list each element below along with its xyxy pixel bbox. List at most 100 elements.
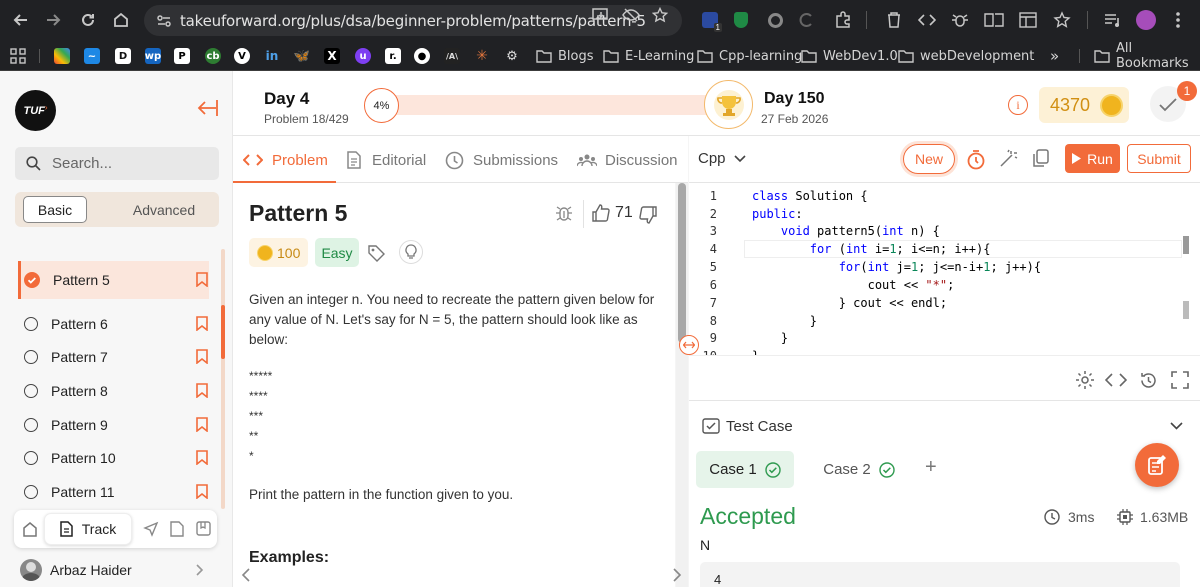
bookmark-d-icon[interactable]: D: [115, 47, 131, 65]
bookmark-folder-cpp[interactable]: Cpp-learning: [697, 47, 802, 65]
tab-problem-label[interactable]: Problem: [243, 150, 328, 170]
language-select[interactable]: Cpp: [698, 150, 746, 167]
extension-c-icon[interactable]: [797, 10, 817, 30]
copy-icon[interactable]: [1032, 149, 1049, 168]
menu-kebab-icon[interactable]: [1168, 10, 1188, 30]
notebook-icon[interactable]: [196, 521, 211, 536]
bookmarks-overflow[interactable]: »: [1050, 47, 1059, 65]
bookmark-icon[interactable]: [196, 484, 208, 499]
bookmark-icon[interactable]: [196, 272, 208, 287]
bookmark-openai-icon[interactable]: ⚙: [504, 47, 520, 65]
coins-badge[interactable]: 4370: [1039, 87, 1129, 123]
search-box[interactable]: Search...: [15, 147, 219, 180]
info-icon[interactable]: i: [1008, 95, 1028, 115]
tab-discussion[interactable]: Discussion: [577, 150, 678, 170]
sidebar-item-pattern-5[interactable]: Pattern 5: [20, 263, 210, 297]
bookmark-folder-blogs[interactable]: Blogs: [536, 47, 594, 65]
trash-icon[interactable]: [884, 10, 904, 30]
bookmark-p-icon[interactable]: P: [174, 47, 190, 65]
thumbs-up-icon[interactable]: [591, 203, 611, 223]
bookmark-claude-icon[interactable]: ✳: [474, 47, 490, 65]
report-bug-icon[interactable]: [555, 203, 573, 223]
resize-handle-icon[interactable]: [679, 335, 699, 355]
bookmark-ai-icon[interactable]: /A\: [444, 47, 460, 65]
tag-icon[interactable]: [368, 245, 385, 262]
magic-wand-icon[interactable]: [999, 149, 1018, 168]
send-icon[interactable]: [143, 521, 159, 537]
bookmark-folder-elearning[interactable]: E-Learning: [603, 47, 694, 65]
bookmark-icon[interactable]: [196, 417, 208, 432]
add-case-button[interactable]: +: [925, 456, 937, 479]
notes-fab[interactable]: [1135, 443, 1179, 487]
bookmark-r-icon[interactable]: r.: [385, 47, 401, 65]
sidebar-item-pattern-10[interactable]: Pattern 10: [20, 441, 210, 475]
bookmark-u-icon[interactable]: u: [355, 47, 371, 65]
settings-gear-icon[interactable]: [1075, 370, 1095, 390]
scroll-thumb[interactable]: [221, 305, 225, 359]
file-search-icon[interactable]: [170, 521, 184, 537]
submit-button[interactable]: Submit: [1127, 144, 1191, 173]
bookmark-github-icon[interactable]: ●: [414, 47, 430, 65]
bookmark-icon[interactable]: [196, 383, 208, 398]
bookmark-linkedin-icon[interactable]: in: [264, 47, 280, 65]
back-arrow-icon[interactable]: [4, 3, 38, 37]
tuf-logo[interactable]: TUF ›: [15, 90, 56, 131]
code-icon[interactable]: [917, 10, 937, 30]
chevron-right-icon[interactable]: [673, 568, 682, 582]
fullscreen-icon[interactable]: [1171, 371, 1189, 389]
tab-submissions[interactable]: Submissions: [445, 150, 558, 170]
extension-shield-icon[interactable]: 1: [700, 10, 722, 32]
media-playlist-icon[interactable]: [1103, 10, 1123, 30]
extensions-puzzle-icon[interactable]: [833, 10, 853, 30]
history-icon[interactable]: [1139, 371, 1158, 390]
extension-green-shield-icon[interactable]: [731, 10, 751, 30]
sidebar-item-pattern-7[interactable]: Pattern 7: [20, 340, 210, 374]
collapse-sidebar-icon[interactable]: [196, 98, 218, 118]
thumbs-down-icon[interactable]: [638, 205, 658, 225]
case-1-tab[interactable]: Case 1: [696, 451, 794, 488]
basic-tab[interactable]: Basic: [23, 196, 87, 223]
bookmark-cb-icon[interactable]: cb: [205, 47, 221, 65]
forward-arrow-icon[interactable]: [36, 3, 70, 37]
sidebar-item-pattern-8[interactable]: Pattern 8: [20, 374, 210, 408]
bug-icon[interactable]: [950, 10, 970, 30]
favorites-star-icon[interactable]: [1052, 10, 1072, 30]
bookmark-folder-webdev[interactable]: WebDev1.0: [801, 47, 898, 65]
bookmark-folder-webdevelopment[interactable]: webDevelopment: [898, 47, 1034, 65]
chevron-left-icon[interactable]: [241, 568, 250, 582]
eye-off-icon[interactable]: [622, 7, 640, 23]
pane-scrollbar-thumb[interactable]: [678, 183, 686, 343]
hint-lightbulb-icon[interactable]: [399, 240, 423, 264]
home-icon[interactable]: [22, 521, 38, 537]
bookmark-wp-icon[interactable]: wp: [145, 47, 161, 65]
timer-icon[interactable]: [966, 149, 986, 170]
reload-icon[interactable]: [71, 3, 105, 37]
bookmark-wifi-icon[interactable]: ~: [84, 47, 100, 65]
bookmark-icon[interactable]: [196, 450, 208, 465]
advanced-tab[interactable]: Advanced: [119, 196, 209, 223]
bookmark-icon[interactable]: [196, 316, 208, 331]
apps-grid-icon[interactable]: [10, 47, 26, 65]
bookmark-x-icon[interactable]: X: [324, 47, 340, 65]
tab-editorial[interactable]: Editorial: [346, 150, 426, 170]
run-button[interactable]: Run: [1065, 144, 1120, 173]
profile-avatar-icon[interactable]: [1136, 10, 1156, 30]
sidebar-item-pattern-9[interactable]: Pattern 9: [20, 408, 210, 442]
install-app-icon[interactable]: [592, 7, 610, 23]
home-icon[interactable]: [104, 3, 138, 37]
user-row[interactable]: Arbaz Haider: [20, 558, 210, 582]
bookmark-bluesky-icon[interactable]: 🦋: [294, 47, 310, 65]
code-editor[interactable]: 1 2 3 4 5 6 7 8 9 10 class Solution { pu…: [689, 183, 1200, 355]
case-2-tab[interactable]: Case 2: [814, 451, 904, 488]
sidebar-item-pattern-6[interactable]: Pattern 6: [20, 307, 210, 341]
chevron-down-icon[interactable]: [1170, 422, 1183, 430]
sidebar-item-pattern-11[interactable]: Pattern 11: [20, 475, 210, 509]
extension-circle-icon[interactable]: [765, 10, 785, 30]
tab-layout-icon[interactable]: [1018, 10, 1038, 30]
reading-mode-icon[interactable]: [984, 10, 1004, 30]
star-bookmark-icon[interactable]: [652, 7, 668, 23]
code-icon[interactable]: [1105, 373, 1127, 387]
bookmark-icon[interactable]: [196, 349, 208, 364]
bookmark-v-icon[interactable]: V: [234, 47, 250, 65]
bookmark-google-apps-icon[interactable]: [54, 47, 70, 65]
